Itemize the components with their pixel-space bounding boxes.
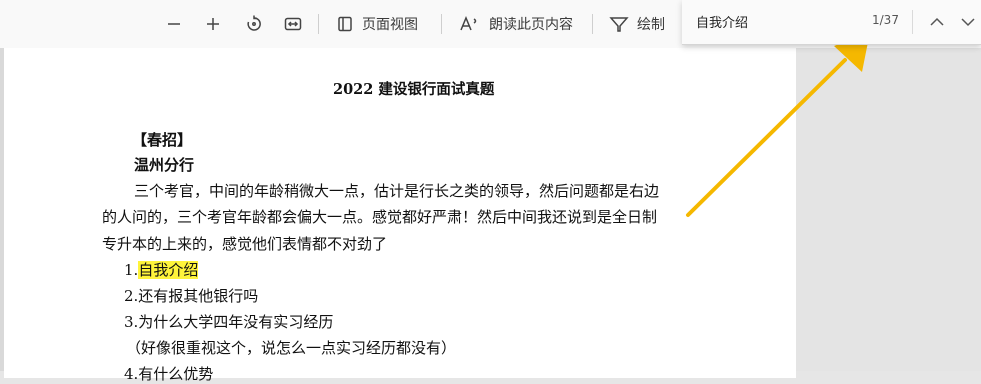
zoom-out-button[interactable] bbox=[160, 9, 188, 39]
viewer-background bbox=[796, 48, 981, 371]
page-view-icon bbox=[338, 16, 352, 32]
toolbar-divider bbox=[441, 14, 442, 34]
question-item: 2.还有报其他银行吗 bbox=[124, 287, 259, 305]
fit-width-button[interactable] bbox=[279, 9, 307, 39]
read-aloud-button[interactable]: 朗读此页内容 bbox=[459, 9, 573, 39]
search-highlight: 自我介绍 bbox=[138, 261, 199, 279]
section-heading: 【春招】 bbox=[132, 131, 193, 149]
question-note: （好像很重视这个，说怎么一点实习经历都没有） bbox=[126, 339, 457, 357]
page-view-button[interactable]: 页面视图 bbox=[336, 9, 418, 39]
read-aloud-label: 朗读此页内容 bbox=[489, 17, 573, 33]
chevron-up-icon bbox=[930, 17, 944, 26]
question-item: 1.自我介绍 bbox=[124, 259, 199, 280]
question-item: 4.有什么优势 bbox=[124, 365, 214, 383]
find-previous-button[interactable] bbox=[924, 10, 950, 34]
draw-funnel-icon bbox=[609, 17, 629, 32]
minus-icon bbox=[168, 23, 180, 25]
page-view-label: 页面视图 bbox=[362, 17, 418, 33]
document-title: 2022 建设银行面试真题 bbox=[333, 81, 495, 98]
read-aloud-icon bbox=[460, 16, 477, 31]
plus-icon bbox=[207, 18, 219, 30]
fit-width-icon bbox=[284, 17, 302, 31]
document-page: 2022 建设银行面试真题 【春招】 温州分行 三个考官，中间的年龄稍微大一点，… bbox=[4, 48, 796, 383]
draw-label: 绘制 bbox=[637, 17, 665, 33]
rotate-button[interactable] bbox=[240, 9, 268, 39]
chevron-down-icon bbox=[961, 18, 975, 27]
paragraph-line: 专升本的上来的，感觉他们表情都不对劲了 bbox=[102, 235, 388, 253]
question-number: 1. bbox=[124, 261, 139, 279]
paragraph-line: 的人问的，三个考官年龄都会偏大一点。感觉都好严肃！然后中间我还说到是全日制 bbox=[102, 208, 658, 226]
toolbar-divider bbox=[592, 14, 593, 34]
find-divider bbox=[912, 10, 913, 34]
question-item: 3.为什么大学四年没有实习经历 bbox=[124, 313, 334, 331]
paragraph-line: 三个考官，中间的年龄稍微大一点，估计是行长之类的领导，然后问题都是右边 bbox=[134, 182, 660, 200]
draw-button[interactable]: 绘制 bbox=[609, 9, 665, 39]
zoom-in-button[interactable] bbox=[199, 9, 227, 39]
toolbar-divider bbox=[318, 14, 319, 34]
branch-heading: 温州分行 bbox=[134, 156, 195, 174]
find-match-count: 1/37 bbox=[872, 13, 899, 27]
find-panel: 1/37 bbox=[682, 0, 981, 45]
rotate-icon bbox=[247, 15, 261, 31]
find-next-button[interactable] bbox=[955, 10, 981, 34]
